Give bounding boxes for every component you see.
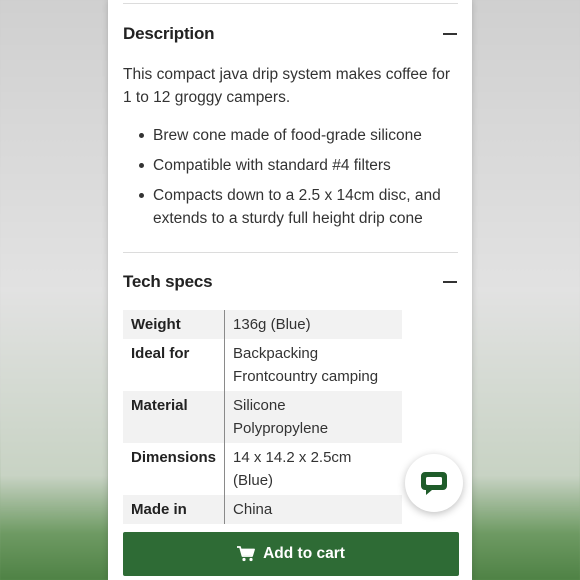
feature-item: Compacts down to a 2.5 x 14cm disc, and … <box>123 184 458 230</box>
shopping-cart-icon <box>237 546 255 562</box>
spec-key: Made in <box>123 495 226 524</box>
add-to-cart-button[interactable]: Add to cart <box>123 532 459 576</box>
collapse-minus-icon[interactable] <box>443 281 457 283</box>
feature-item: Compatible with standard #4 filters <box>123 154 458 177</box>
bullet-icon <box>139 163 144 168</box>
collapse-minus-icon[interactable] <box>443 33 457 35</box>
table-row: Weight 136g (Blue) <box>123 310 402 339</box>
chat-bubble-icon <box>421 472 447 495</box>
spec-value-line: Polypropylene <box>233 420 329 437</box>
spec-key: Weight <box>123 310 226 339</box>
spec-value: 136g (Blue) <box>224 310 402 339</box>
description-header[interactable]: Description <box>123 20 458 48</box>
spec-value: 14 x 14.2 x 2.5cm (Blue) <box>225 443 402 495</box>
feature-text: Compacts down to a 2.5 x 14cm disc, and <box>153 187 441 204</box>
table-row: Made in China <box>123 495 402 524</box>
spec-value-line: China <box>233 501 273 518</box>
description-line: 1 to 12 groggy campers. <box>123 89 291 106</box>
table-row: Material Silicone Polypropylene <box>123 391 402 443</box>
description-line: This compact java drip system makes coff… <box>123 66 451 83</box>
table-row: Ideal for Backpacking Frontcountry campi… <box>123 339 402 391</box>
spec-value-line: Silicone <box>233 397 286 414</box>
feature-list: Brew cone made of food-grade silicone Co… <box>123 124 458 237</box>
tech-specs-title: Tech specs <box>123 272 213 291</box>
spec-value: Backpacking Frontcountry camping <box>225 339 402 391</box>
description-title: Description <box>123 24 215 43</box>
background-left <box>0 0 108 580</box>
spec-value: Silicone Polypropylene <box>224 391 402 443</box>
feature-text: Brew cone made of food-grade silicone <box>153 127 422 144</box>
feature-text: Compatible with standard #4 filters <box>153 157 391 174</box>
spec-value-line: 14 x 14.2 x 2.5cm (Blue) <box>233 449 352 489</box>
specs-table: Weight 136g (Blue) Ideal for Backpacking… <box>123 310 402 524</box>
spec-value-line: Frontcountry camping <box>233 368 379 385</box>
background-right <box>472 0 580 580</box>
feature-text: extends to a sturdy full height drip con… <box>153 210 423 227</box>
description-paragraph: This compact java drip system makes coff… <box>123 63 458 109</box>
feature-item: Brew cone made of food-grade silicone <box>123 124 458 147</box>
spec-key: Dimensions <box>123 443 226 495</box>
bullet-icon <box>139 133 144 138</box>
spec-key: Material <box>123 391 226 443</box>
spec-value: China <box>224 495 402 524</box>
bullet-icon <box>139 193 144 198</box>
add-to-cart-label: Add to cart <box>263 545 345 562</box>
spec-key: Ideal for <box>123 339 226 391</box>
divider <box>123 3 458 4</box>
spec-value-line: 136g (Blue) <box>233 316 311 333</box>
divider <box>123 252 458 253</box>
live-chat-button[interactable] <box>405 454 463 512</box>
tech-specs-header[interactable]: Tech specs <box>123 268 458 296</box>
spec-value-line: Backpacking <box>233 345 319 362</box>
table-row: Dimensions 14 x 14.2 x 2.5cm (Blue) <box>123 443 402 495</box>
